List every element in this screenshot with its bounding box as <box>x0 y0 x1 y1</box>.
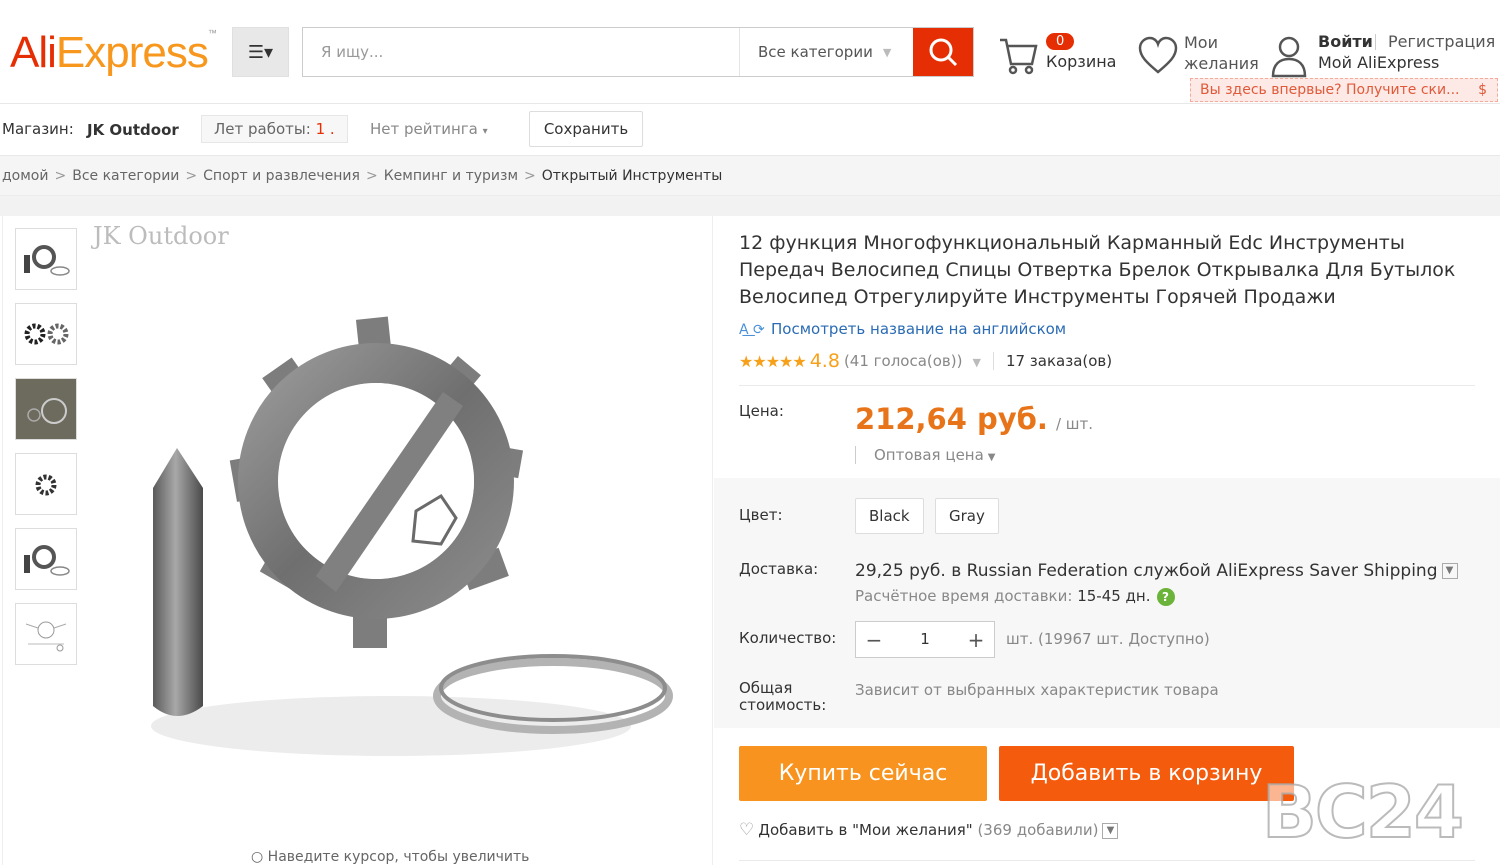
product-detail: 12 функция Многофункциональный Карманный… <box>714 216 1500 865</box>
product-thumb-image <box>16 379 76 439</box>
register-link[interactable]: Регистрация <box>1388 32 1495 51</box>
rating-score: 4.8 <box>809 350 840 372</box>
orders-count: 17 заказа(ов) <box>1005 352 1113 370</box>
search-icon <box>929 38 958 67</box>
thumbnail-6[interactable] <box>15 603 77 665</box>
cart-link[interactable]: 0 Корзина <box>998 30 1123 80</box>
product-thumb-image <box>24 323 69 345</box>
cart-label: Корзина <box>1046 52 1117 71</box>
store-bar: Магазин: JK Outdoor Лет работы: 1 . Нет … <box>0 104 1500 156</box>
new-user-promo-banner[interactable]: Вы здесь впервые? Получите ски... $ <box>1190 78 1498 102</box>
buy-now-button[interactable]: Купить сейчас <box>739 746 987 801</box>
search-bar: Все категории▼ <box>302 27 974 77</box>
thumbnail-5[interactable] <box>15 528 77 590</box>
thumbnail-3[interactable] <box>15 378 77 440</box>
zoom-hint: ○ Наведите курсор, чтобы увеличить <box>251 849 530 865</box>
quantity-stepper: − 1 + <box>855 621 995 658</box>
divider <box>739 385 1475 386</box>
wishlist-label: Мои желания <box>1184 33 1259 73</box>
store-years-badge: Лет работы: 1 . <box>201 115 348 143</box>
chevron-down-icon: ▼ <box>1441 563 1458 579</box>
aliexpress-logo[interactable]: AliExpress™ <box>10 28 217 78</box>
product-title: 12 функция Многофункциональный Карманный… <box>739 232 1456 308</box>
cart-count-badge: 0 <box>1046 33 1075 50</box>
store-watermark: JK Outdoor <box>93 222 229 250</box>
product-thumb-image <box>25 621 67 652</box>
search-category-select[interactable]: Все категории ▼ <box>739 28 913 76</box>
magnifier-icon: ○ <box>251 849 264 865</box>
product-main-image[interactable] <box>91 256 711 856</box>
increase-button[interactable]: + <box>958 622 994 657</box>
total-label: Общая стоимость: <box>739 679 827 714</box>
product-thumb-image <box>35 474 57 496</box>
heart-icon <box>1138 36 1178 74</box>
price-value: 212,64 руб. / шт. <box>855 402 1093 436</box>
help-icon[interactable]: ? <box>1156 588 1175 606</box>
thumbnail-list <box>15 228 79 678</box>
product-thumb-image <box>24 245 70 276</box>
coupon-icon: $ <box>1478 82 1487 98</box>
store-rating-dropdown[interactable]: Нет рейтинга ▾ <box>370 120 488 138</box>
search-input[interactable] <box>303 28 739 76</box>
chevron-down-icon: ▼ <box>1102 822 1119 839</box>
thumbnail-1[interactable] <box>15 228 77 290</box>
view-english-title-link[interactable]: A͟ ⟳ Посмотреть название на английском <box>739 320 1066 338</box>
bc24-watermark: BC24 <box>1261 769 1465 855</box>
account-area: Войти Регистрация Мой AliExpress <box>1270 30 1500 80</box>
divider <box>1375 34 1376 50</box>
user-icon <box>1271 36 1307 78</box>
votes-dropdown[interactable]: (41 голоса(ов)) ▼ <box>844 352 981 370</box>
wholesale-price-dropdown[interactable]: Оптовая цена ▼ <box>855 446 996 464</box>
section-gap <box>0 196 1500 216</box>
total-note: Зависит от выбранных характеристик товар… <box>855 681 1219 699</box>
signin-link[interactable]: Войти <box>1318 32 1373 51</box>
save-store-button[interactable]: Сохранить <box>529 111 643 147</box>
add-to-wishlist-link[interactable]: ♡ Добавить в "Мои желания" (369 добавили)… <box>739 820 1119 840</box>
delivery-time: Расчётное время доставки: 15-45 дн.? <box>855 587 1175 606</box>
shipping-method[interactable]: 29,25 руб. в Russian Federation службой … <box>855 561 1458 581</box>
quantity-input[interactable]: 1 <box>892 622 958 657</box>
decrease-button[interactable]: − <box>856 622 892 657</box>
my-aliexpress-link[interactable]: Мой AliExpress <box>1318 53 1439 72</box>
divider <box>992 352 994 370</box>
chevron-down-icon: ▾ <box>482 126 488 137</box>
breadcrumb-sports[interactable]: Спорт и развлечения <box>203 168 360 184</box>
shipping-label: Доставка: <box>739 560 819 578</box>
chevron-down-icon: ▼ <box>972 356 981 369</box>
quantity-available: шт. (19967 шт. Доступно) <box>1006 630 1210 648</box>
star-rating-icon: ★★★★★ <box>739 351 807 371</box>
color-option-gray[interactable]: Gray <box>935 498 999 534</box>
breadcrumb-home[interactable]: домой <box>2 168 48 184</box>
chevron-down-icon: ▼ <box>987 452 996 463</box>
menu-icon: ☰▾ <box>247 41 274 63</box>
store-name[interactable]: JK Outdoor <box>87 121 179 139</box>
product-gallery: JK Outdoor ○ Наведите курсор, чтобы увел… <box>2 216 713 865</box>
site-header: AliExpress™ ☰▾ Все категории▼ 0 Корзина … <box>0 0 1500 104</box>
breadcrumb-current: Открытый Инструменты <box>541 168 723 184</box>
translate-icon: A͟ ⟳ <box>739 322 765 338</box>
search-button[interactable] <box>913 28 973 76</box>
divider <box>739 860 1475 861</box>
breadcrumb-camping[interactable]: Кемпинг и туризм <box>384 168 518 184</box>
cart-icon <box>1000 38 1038 75</box>
add-to-cart-button[interactable]: Добавить в корзину <box>999 746 1294 801</box>
breadcrumb: домой > Все категории > Спорт и развлечения >… <box>0 156 1500 196</box>
categories-menu-button[interactable]: ☰▾ <box>232 27 289 77</box>
rating-row: ★★★★★ 4.8 (41 голоса(ов)) ▼ 17 заказа(ов) <box>739 350 1112 372</box>
price-label: Цена: <box>739 402 784 420</box>
product-thumb-image <box>24 545 70 576</box>
thumbnail-4[interactable] <box>15 453 77 515</box>
wishlist-link[interactable]: Мои желания <box>1138 32 1263 80</box>
thumbnail-2[interactable] <box>15 303 77 365</box>
quantity-label: Количество: <box>739 629 837 647</box>
chevron-down-icon: ▼ <box>882 45 892 59</box>
color-label: Цвет: <box>739 506 783 524</box>
breadcrumb-all-categories[interactable]: Все категории <box>72 168 179 184</box>
heart-plus-icon: ♡ <box>739 820 755 840</box>
store-label: Магазин: <box>2 120 74 138</box>
color-option-black[interactable]: Black <box>855 498 924 534</box>
